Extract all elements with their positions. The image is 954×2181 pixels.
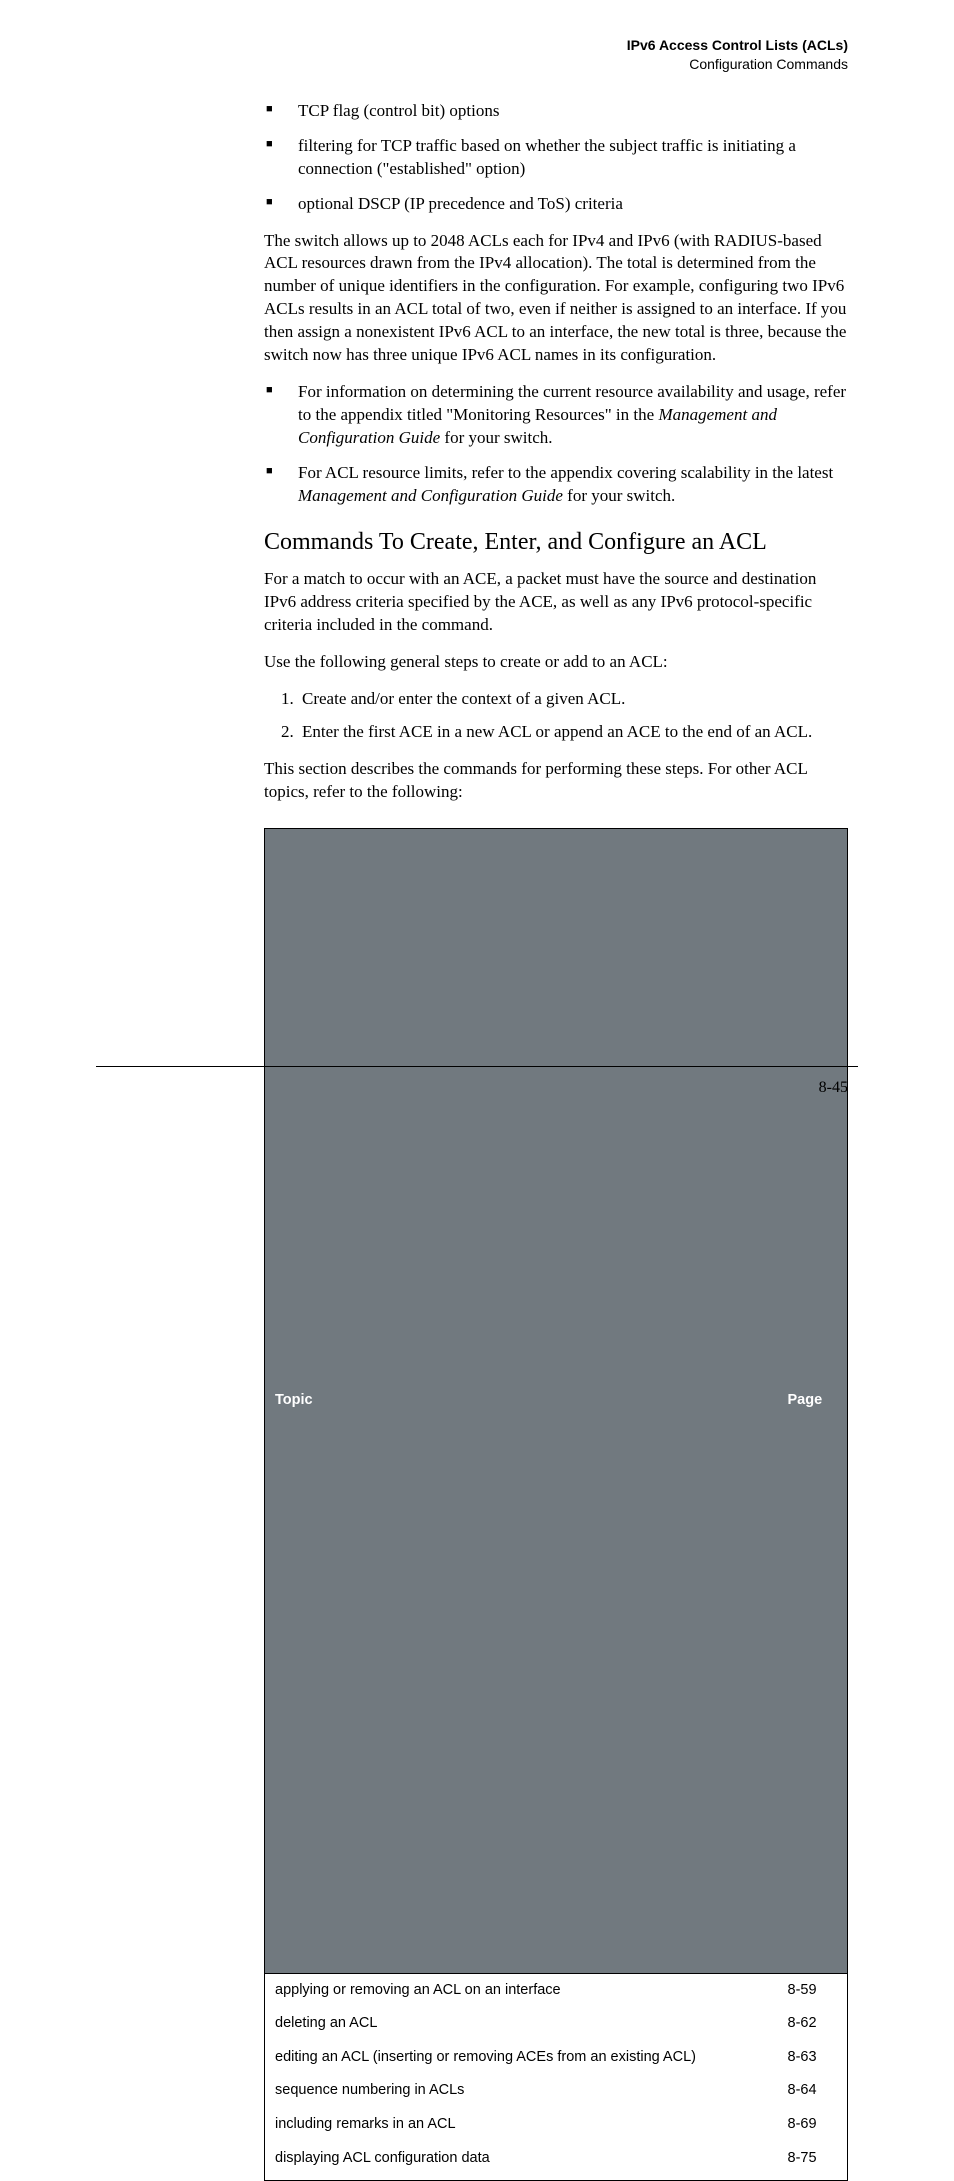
list-item-text: for your switch. (440, 428, 552, 447)
list-item: Create and/or enter the context of a giv… (298, 688, 848, 711)
table-cell-topic: deleting an ACL (265, 2007, 778, 2041)
table-header-row: Topic Page (265, 828, 848, 1973)
table-cell-topic: applying or removing an ACL on an interf… (265, 1973, 778, 2007)
list-item: For ACL resource limits, refer to the ap… (264, 462, 848, 508)
table-header-topic: Topic (265, 828, 778, 1973)
table-row: sequence numbering in ACLs 8-64 (265, 2074, 848, 2108)
table-cell-topic: sequence numbering in ACLs (265, 2074, 778, 2108)
table-cell-page: 8-69 (778, 2108, 848, 2142)
bullet-list-info: For information on determining the curre… (264, 381, 848, 508)
table-cell-topic: displaying ACL configuration data (265, 2142, 778, 2181)
list-item-text: TCP flag (control bit) options (298, 101, 499, 120)
paragraph-section-desc: This section describes the commands for … (264, 758, 848, 804)
page: IPv6 Access Control Lists (ACLs) Configu… (0, 0, 954, 1145)
table-cell-page: 8-64 (778, 2074, 848, 2108)
table-row: deleting an ACL 8-62 (265, 2007, 848, 2041)
list-item: Enter the first ACE in a new ACL or appe… (298, 721, 848, 744)
list-item-text: filtering for TCP traffic based on wheth… (298, 136, 796, 178)
header-title: IPv6 Access Control Lists (ACLs) (96, 36, 848, 55)
paragraph-steps-intro: Use the following general steps to creat… (264, 651, 848, 674)
table-header-page: Page (778, 828, 848, 1973)
table-cell-topic: editing an ACL (inserting or removing AC… (265, 2041, 778, 2075)
table-row: including remarks in an ACL 8-69 (265, 2108, 848, 2142)
table-cell-page: 8-63 (778, 2041, 848, 2075)
header-subtitle: Configuration Commands (96, 55, 848, 74)
list-item-text: for your switch. (563, 486, 675, 505)
list-item: optional DSCP (IP precedence and ToS) cr… (264, 193, 848, 216)
topics-table: Topic Page applying or removing an ACL o… (264, 828, 848, 2181)
table-row: editing an ACL (inserting or removing AC… (265, 2041, 848, 2075)
table-cell-page: 8-59 (778, 1973, 848, 2007)
list-item-text: For ACL resource limits, refer to the ap… (298, 463, 833, 482)
table-cell-topic: including remarks in an ACL (265, 2108, 778, 2142)
list-item-text: Enter the first ACE in a new ACL or appe… (302, 722, 812, 741)
steps-list: Create and/or enter the context of a giv… (264, 688, 848, 744)
list-item-text: optional DSCP (IP precedence and ToS) cr… (298, 194, 623, 213)
content-area: TCP flag (control bit) options filtering… (264, 100, 848, 2181)
table-cell-page: 8-62 (778, 2007, 848, 2041)
section-heading: Commands To Create, Enter, and Configure… (264, 526, 848, 558)
list-item: TCP flag (control bit) options (264, 100, 848, 123)
list-item-emphasis: Management and Configuration Guide (298, 486, 563, 505)
table-cell-page: 8-75 (778, 2142, 848, 2181)
page-header: IPv6 Access Control Lists (ACLs) Configu… (96, 36, 858, 74)
page-number: 8-45 (819, 1079, 848, 1097)
list-item: filtering for TCP traffic based on wheth… (264, 135, 848, 181)
bullet-list-top: TCP flag (control bit) options filtering… (264, 100, 848, 216)
list-item: For information on determining the curre… (264, 381, 848, 450)
footer-rule (96, 1066, 858, 1067)
table-row: displaying ACL configuration data 8-75 (265, 2142, 848, 2181)
table-row: applying or removing an ACL on an interf… (265, 1973, 848, 2007)
paragraph-switch-limits: The switch allows up to 2048 ACLs each f… (264, 230, 848, 368)
paragraph-match: For a match to occur with an ACE, a pack… (264, 568, 848, 637)
list-item-text: Create and/or enter the context of a giv… (302, 689, 625, 708)
